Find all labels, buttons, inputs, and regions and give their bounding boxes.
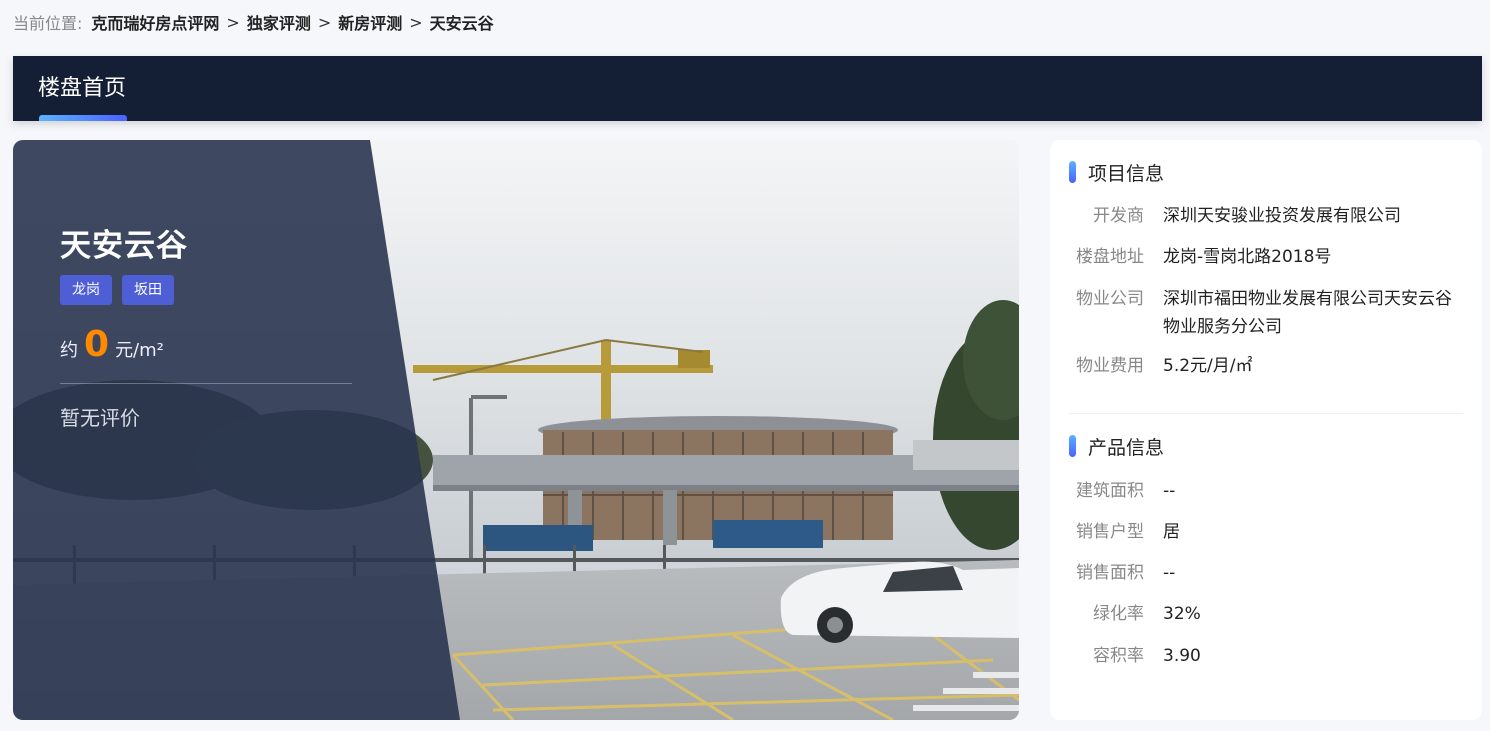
info-row-unit-type: 销售户型 居 [1050,518,1482,546]
product-info-title: 产品信息 [1088,436,1165,459]
info-value: 龙岗-雪岗北路2018号 [1163,247,1332,267]
project-navbar: 楼盘首页 [13,56,1482,121]
review-status: 暂无评价 [60,406,140,430]
tag-district[interactable]: 龙岗 [60,275,112,305]
info-row-sales-area: 销售面积 -- [1050,559,1482,587]
info-label: 容积率 [1093,646,1144,666]
info-label: 绿化率 [1093,604,1144,624]
project-info-heading: 项目信息 [1069,159,1164,185]
info-value: 深圳市福田物业发展有限公司天安云谷物业服务分公司 [1163,289,1452,337]
project-title: 天安云谷 [60,228,188,264]
info-value: 32% [1163,604,1201,624]
section-marker [1069,435,1076,457]
info-row-building-area: 建筑面积 -- [1050,477,1482,505]
info-label: 销售户型 [1076,522,1144,542]
breadcrumb-lead: 当前位置: [13,14,83,33]
breadcrumb-item-exclusive-review[interactable]: 独家评测 [247,10,311,34]
hero-info: 天安云谷 龙岗 坂田 约 0 元/m² 暂无评价 [60,220,380,431]
breadcrumb: 当前位置: 克而瑞好房点评网 > 独家评测 > 新房评测 > 天安云谷 [13,10,494,34]
info-value: 深圳天安骏业投资发展有限公司 [1163,206,1401,226]
hero-divider [60,383,352,384]
info-row-plot-ratio: 容积率 3.90 [1050,642,1482,670]
info-label: 楼盘地址 [1076,247,1144,267]
info-label: 物业费用 [1076,356,1144,376]
price-value: 0 [84,324,110,365]
info-label: 开发商 [1093,206,1144,226]
breadcrumb-item-current: 天安云谷 [429,14,494,33]
price-prefix: 约 [60,340,78,361]
product-info-heading: 产品信息 [1069,433,1164,459]
breadcrumb-item-home[interactable]: 克而瑞好房点评网 [91,10,219,34]
breadcrumb-item-new-house-review[interactable]: 新房评测 [338,10,402,34]
price-unit: 元/m² [115,340,164,361]
info-value: 居 [1163,522,1180,542]
info-value: -- [1163,563,1176,583]
project-info-title: 项目信息 [1088,162,1165,185]
tag-area[interactable]: 坂田 [122,275,174,305]
active-tab-indicator [39,115,127,121]
info-row-green-rate: 绿化率 32% [1050,600,1482,628]
info-label: 销售面积 [1076,563,1144,583]
price: 约 0 元/m² [60,327,380,363]
info-label: 建筑面积 [1076,481,1144,501]
info-row-property-fee: 物业费用 5.2元/月/㎡ [1050,352,1482,380]
section-marker [1069,161,1076,183]
hero-banner: 天安云谷 龙岗 坂田 约 0 元/m² 暂无评价 [13,140,1019,720]
breadcrumb-separator: > [317,12,332,32]
info-row-developer: 开发商 深圳天安骏业投资发展有限公司 [1050,202,1482,230]
info-row-property-company: 物业公司 深圳市福田物业发展有限公司天安云谷物业服务分公司 [1050,285,1482,341]
breadcrumb-separator: > [409,12,423,32]
tab-project-home[interactable]: 楼盘首页 [38,56,130,121]
info-panel: 项目信息 开发商 深圳天安骏业投资发展有限公司 楼盘地址 龙岗-雪岗北路2018… [1050,140,1482,720]
district-tags: 龙岗 坂田 [60,275,380,305]
breadcrumb-separator: > [226,12,240,32]
section-divider [1069,413,1463,414]
info-value: 5.2元/月/㎡ [1163,356,1253,376]
info-label: 物业公司 [1076,289,1144,309]
info-value: 3.90 [1163,646,1201,666]
tab-project-home-label: 楼盘首页 [38,76,127,101]
info-value: -- [1163,481,1176,501]
info-row-address: 楼盘地址 龙岗-雪岗北路2018号 [1050,243,1482,271]
